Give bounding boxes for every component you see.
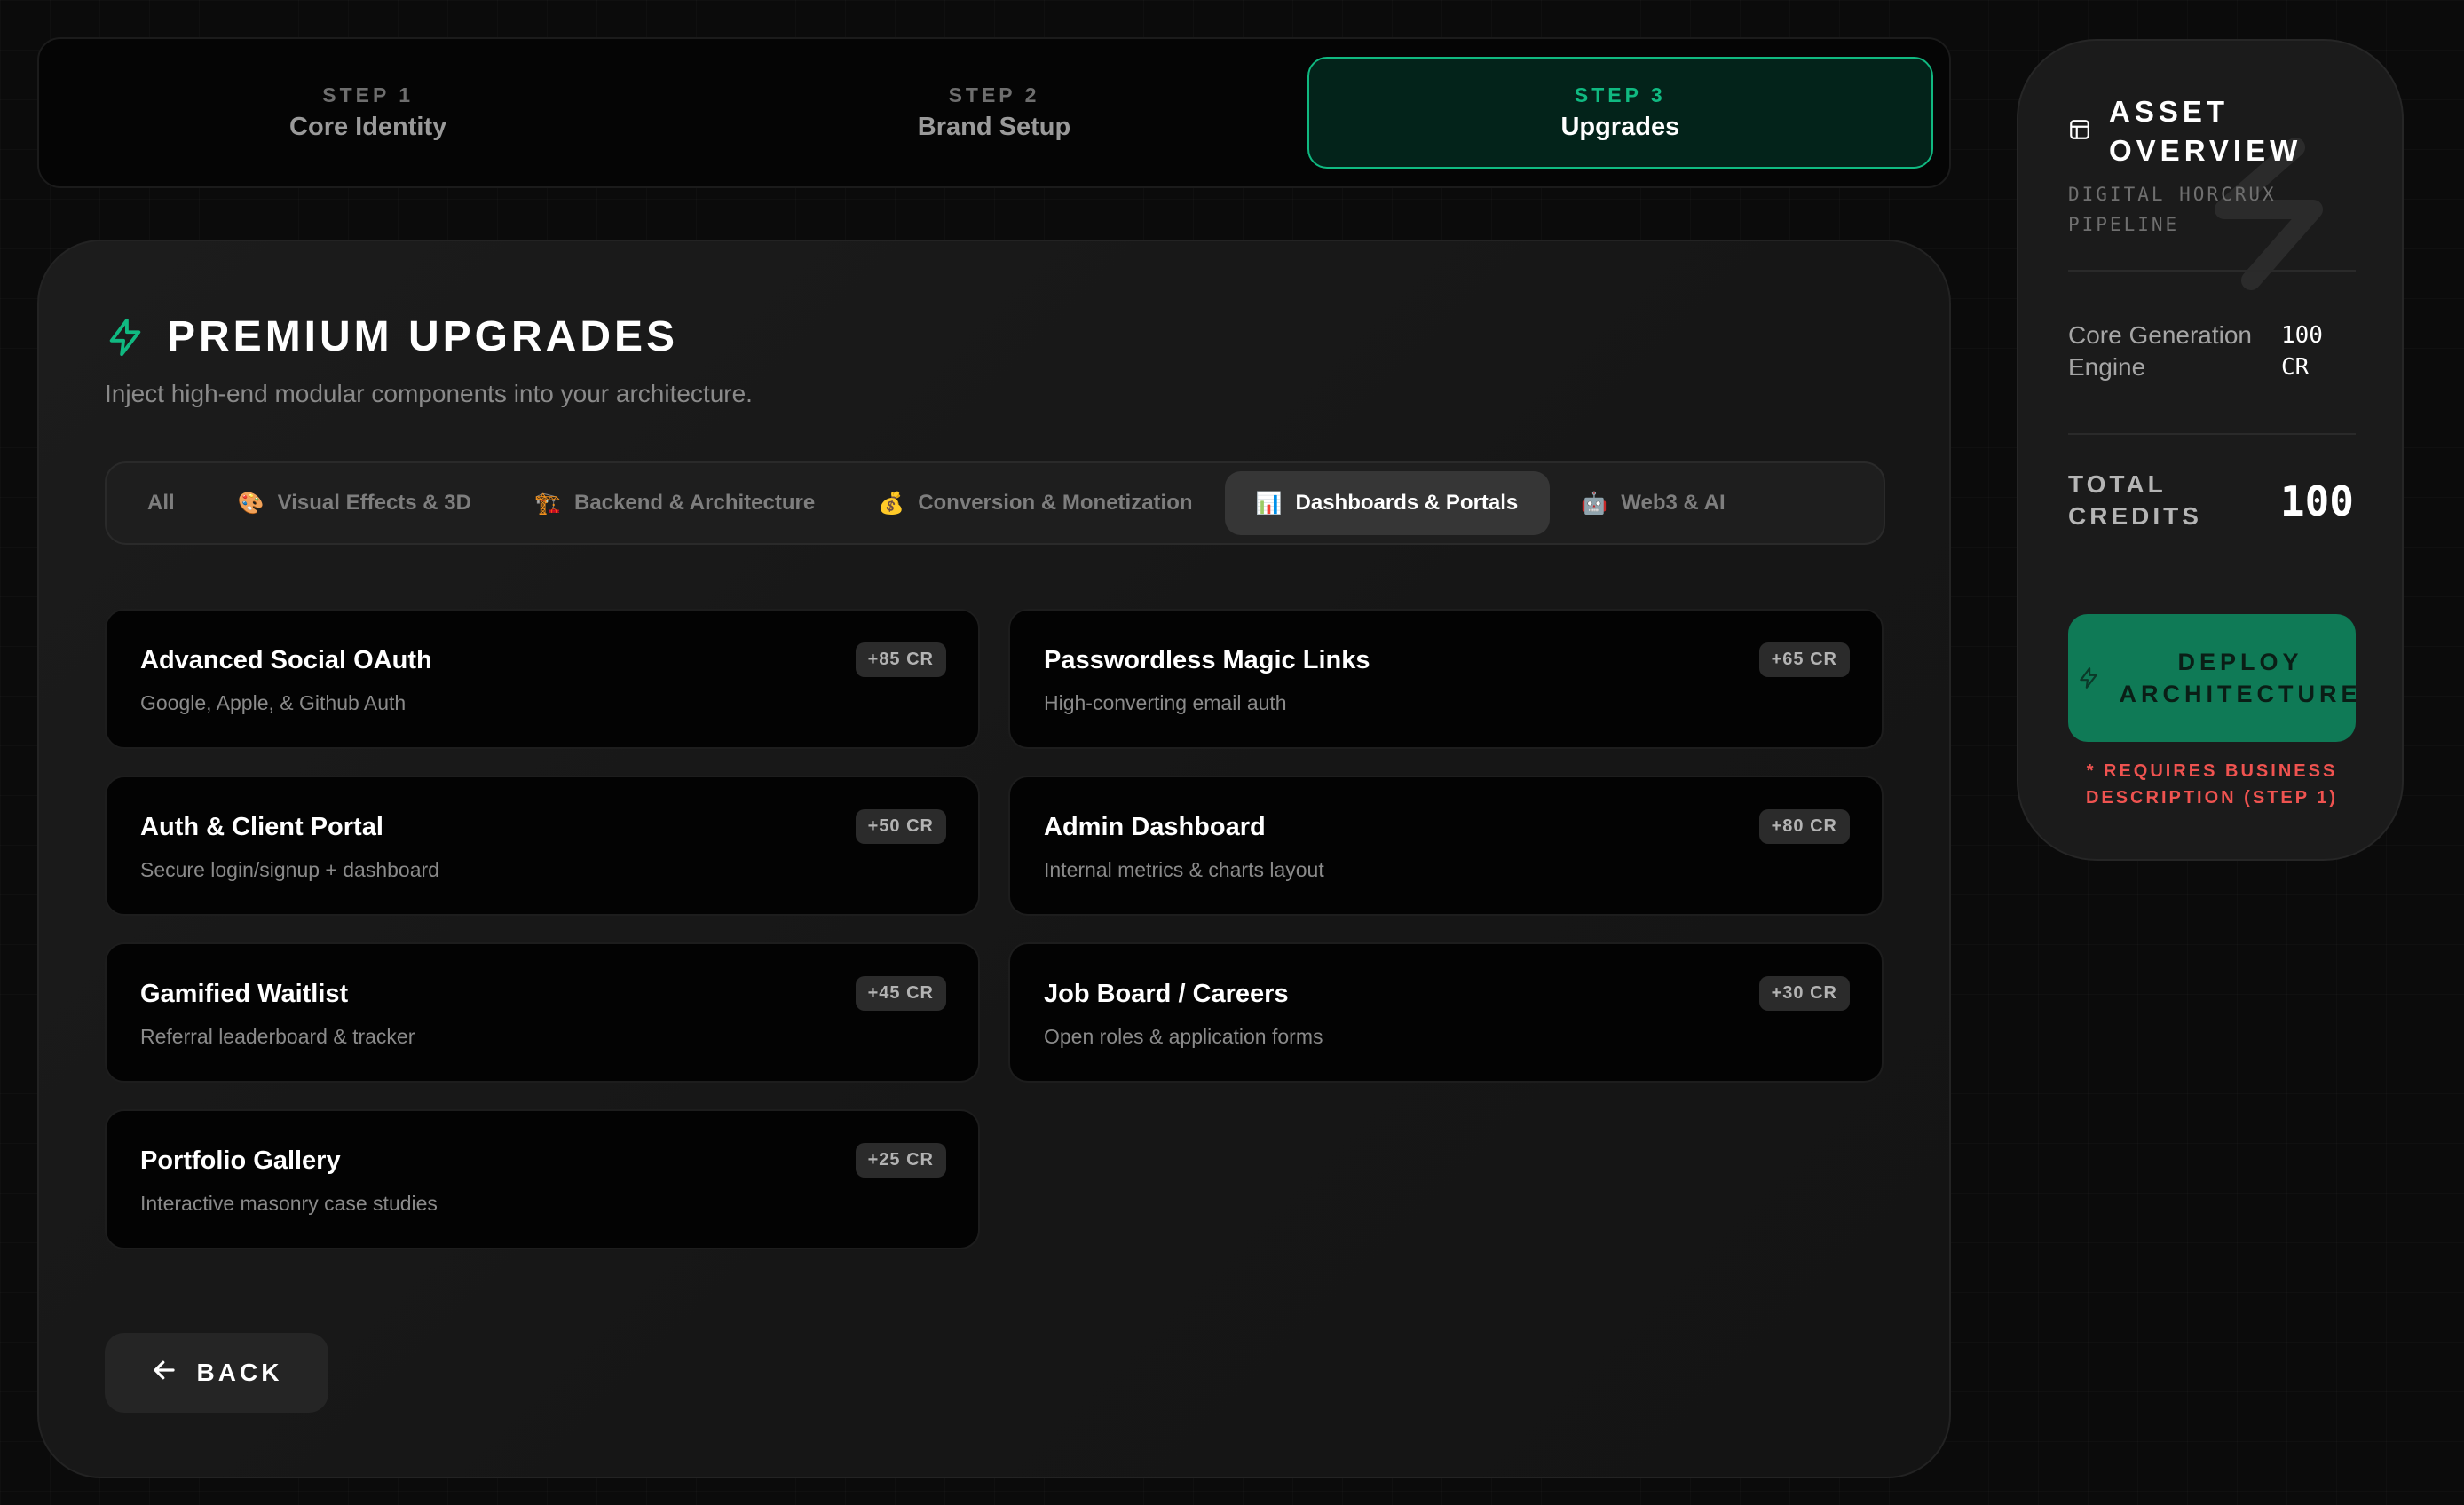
lightning-bolt-icon <box>105 316 146 359</box>
credit-badge: +65 CR <box>1758 642 1850 677</box>
tab-backend-architecture[interactable]: 🏗️ Backend & Architecture <box>503 471 847 535</box>
overview-subtitle: DIGITAL HORCRUX PIPELINE <box>2068 184 2277 235</box>
card-description: Open roles & application forms <box>1044 1025 1323 1048</box>
overview-title: ASSET OVERVIEW <box>2109 95 2302 167</box>
category-tabs: All 🎨 Visual Effects & 3D 🏗️ Backend & A… <box>105 461 1885 545</box>
upgrade-card-client-portal[interactable]: Auth & Client Portal Secure login/signup… <box>105 776 980 916</box>
step-number: STEP 2 <box>948 83 1040 106</box>
tab-visual-effects[interactable]: 🎨 Visual Effects & 3D <box>207 471 503 535</box>
step-label: Brand Setup <box>917 113 1071 141</box>
money-bag-icon: 💰 <box>878 491 905 516</box>
card-title: Job Board / Careers <box>1044 980 1289 1008</box>
card-description: Interactive masonry case studies <box>140 1192 438 1215</box>
tab-label: Backend & Architecture <box>573 491 816 515</box>
credit-badge: +25 CR <box>855 1143 946 1178</box>
tab-label: Web3 & AI <box>1621 491 1726 515</box>
upgrade-card-social-oauth[interactable]: Advanced Social OAuth Google, Apple, & G… <box>105 609 980 749</box>
lightning-bolt-icon <box>2077 666 2100 695</box>
card-title: Auth & Client Portal <box>140 813 383 841</box>
arrow-left-icon <box>151 1357 178 1390</box>
robot-icon: 🤖 <box>1581 491 1608 516</box>
panel-header: PREMIUM UPGRADES <box>105 312 678 361</box>
page-subtitle: Inject high-end modular components into … <box>105 380 753 407</box>
line-item-value: 100 CR <box>2281 322 2323 381</box>
tab-dashboards-portals[interactable]: 📊 Dashboards & Portals <box>1224 471 1551 535</box>
tab-label: All <box>147 491 175 515</box>
back-button-label: BACK <box>196 1359 283 1386</box>
tab-label: Visual Effects & 3D <box>277 491 471 515</box>
deploy-button-label: DEPLOY ARCHITECTURE <box>2119 649 2357 707</box>
step-core-identity[interactable]: STEP 1 Core Identity <box>55 57 681 169</box>
step-upgrades[interactable]: STEP 3 Upgrades <box>1307 57 1933 169</box>
tab-label: Conversion & Monetization <box>918 491 1193 515</box>
overview-header: ASSET OVERVIEW <box>2068 92 2302 170</box>
credit-badge: +80 CR <box>1758 809 1850 844</box>
card-title: Portfolio Gallery <box>140 1146 341 1175</box>
construction-icon: 🏗️ <box>534 491 561 516</box>
requirement-warning: * REQUIRES BUSINESS DESCRIPTION (STEP 1) <box>2085 761 2339 808</box>
total-credits-value: 100 <box>2279 477 2354 525</box>
card-title: Admin Dashboard <box>1044 813 1266 841</box>
step-navigation: STEP 1 Core Identity STEP 2 Brand Setup … <box>37 37 1951 188</box>
card-title: Advanced Social OAuth <box>140 646 432 674</box>
divider <box>2068 270 2356 272</box>
step-brand-setup[interactable]: STEP 2 Brand Setup <box>681 57 1307 169</box>
credit-badge: +30 CR <box>1758 976 1850 1011</box>
tab-web3-ai[interactable]: 🤖 Web3 & AI <box>1550 471 1757 535</box>
back-button[interactable]: BACK <box>105 1333 328 1413</box>
step-number: STEP 1 <box>322 83 415 106</box>
divider <box>2068 433 2356 435</box>
tab-all[interactable]: All <box>115 471 207 535</box>
upgrades-panel: PREMIUM UPGRADES Inject high-end modular… <box>37 240 1951 1478</box>
card-description: Google, Apple, & Github Auth <box>140 691 407 714</box>
credit-badge: +85 CR <box>855 642 946 677</box>
upgrade-card-gamified-waitlist[interactable]: Gamified Waitlist Referral leaderboard &… <box>105 942 980 1083</box>
step-number: STEP 3 <box>1574 83 1666 106</box>
page-title: PREMIUM UPGRADES <box>167 313 679 360</box>
step-label: Upgrades <box>1560 113 1680 141</box>
tab-conversion-monetization[interactable]: 💰 Conversion & Monetization <box>847 471 1224 535</box>
credit-badge: +45 CR <box>855 976 946 1011</box>
bar-chart-icon: 📊 <box>1255 491 1283 516</box>
layout-icon <box>2068 118 2091 146</box>
deploy-architecture-button[interactable]: DEPLOY ARCHITECTURE <box>2068 614 2356 742</box>
tab-label: Dashboards & Portals <box>1295 491 1519 515</box>
card-description: Secure login/signup + dashboard <box>140 858 439 881</box>
card-title: Gamified Waitlist <box>140 980 349 1008</box>
card-description: Referral leaderboard & tracker <box>140 1025 415 1048</box>
card-title: Passwordless Magic Links <box>1044 646 1370 674</box>
palette-icon: 🎨 <box>237 491 265 516</box>
upgrade-card-job-board[interactable]: Job Board / Careers Open roles & applica… <box>1008 942 1884 1083</box>
card-description: High-converting email auth <box>1044 691 1287 714</box>
upgrade-cards-grid: Advanced Social OAuth Google, Apple, & G… <box>105 609 1885 1249</box>
credit-badge: +50 CR <box>855 809 946 844</box>
line-item-label: Core Generation Engine <box>2068 321 2253 381</box>
upgrade-card-magic-links[interactable]: Passwordless Magic Links High-converting… <box>1008 609 1884 749</box>
upgrade-card-portfolio-gallery[interactable]: Portfolio Gallery Interactive masonry ca… <box>105 1109 980 1249</box>
card-description: Internal metrics & charts layout <box>1044 858 1324 881</box>
total-credits-label: TOTAL CREDITS <box>2068 470 2202 530</box>
asset-overview-panel: ASSET OVERVIEW DIGITAL HORCRUX PIPELINE … <box>2017 39 2404 861</box>
upgrade-card-admin-dashboard[interactable]: Admin Dashboard Internal metrics & chart… <box>1008 776 1884 916</box>
step-label: Core Identity <box>289 113 447 141</box>
